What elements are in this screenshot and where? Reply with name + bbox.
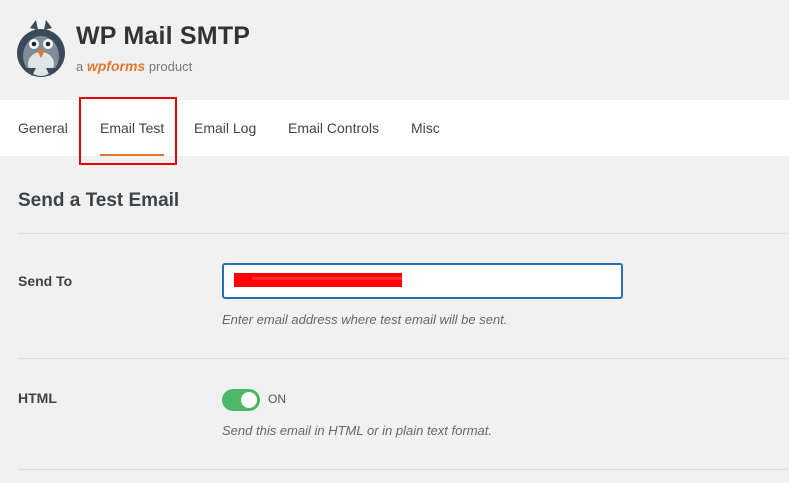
send-to-input[interactable] <box>222 263 623 299</box>
subtitle-prefix: a <box>76 59 84 74</box>
tab-label: General <box>18 120 68 136</box>
settings-tabs: General Email Test Email Log Email Contr… <box>0 100 789 156</box>
pigeon-mascot-icon <box>17 20 65 77</box>
section-divider <box>18 233 789 234</box>
html-toggle[interactable] <box>222 389 260 411</box>
app-title: WP Mail SMTP <box>76 22 251 50</box>
subtitle-suffix: product <box>148 59 193 74</box>
tab-label: Misc <box>411 120 440 136</box>
tab-label: Email Log <box>194 120 257 136</box>
html-toggle-state: ON <box>268 392 286 406</box>
tab-email-test[interactable]: Email Test <box>100 100 165 156</box>
send-to-help-text: Enter email address where test email wil… <box>222 312 508 327</box>
active-tab-underline <box>100 154 165 156</box>
send-to-label: Send To <box>18 273 73 289</box>
wpforms-wordmark: wpforms <box>86 58 146 74</box>
tab-misc[interactable]: Misc <box>411 100 440 156</box>
tab-email-log[interactable]: Email Log <box>194 100 256 156</box>
row-divider <box>18 358 789 359</box>
tab-email-controls[interactable]: Email Controls <box>288 100 379 156</box>
row-divider <box>18 469 789 470</box>
tab-label: Email Controls <box>288 120 380 136</box>
html-label: HTML <box>18 390 57 406</box>
tab-label: Email Test <box>100 120 165 136</box>
html-help-text: Send this email in HTML or in plain text… <box>222 423 492 438</box>
app-header: WP Mail SMTP a wpforms product <box>0 0 789 100</box>
tab-general[interactable]: General <box>18 100 68 156</box>
section-title: Send a Test Email <box>18 190 180 211</box>
brand-subtitle: a wpforms product <box>76 58 192 74</box>
toggle-knob <box>241 392 257 408</box>
